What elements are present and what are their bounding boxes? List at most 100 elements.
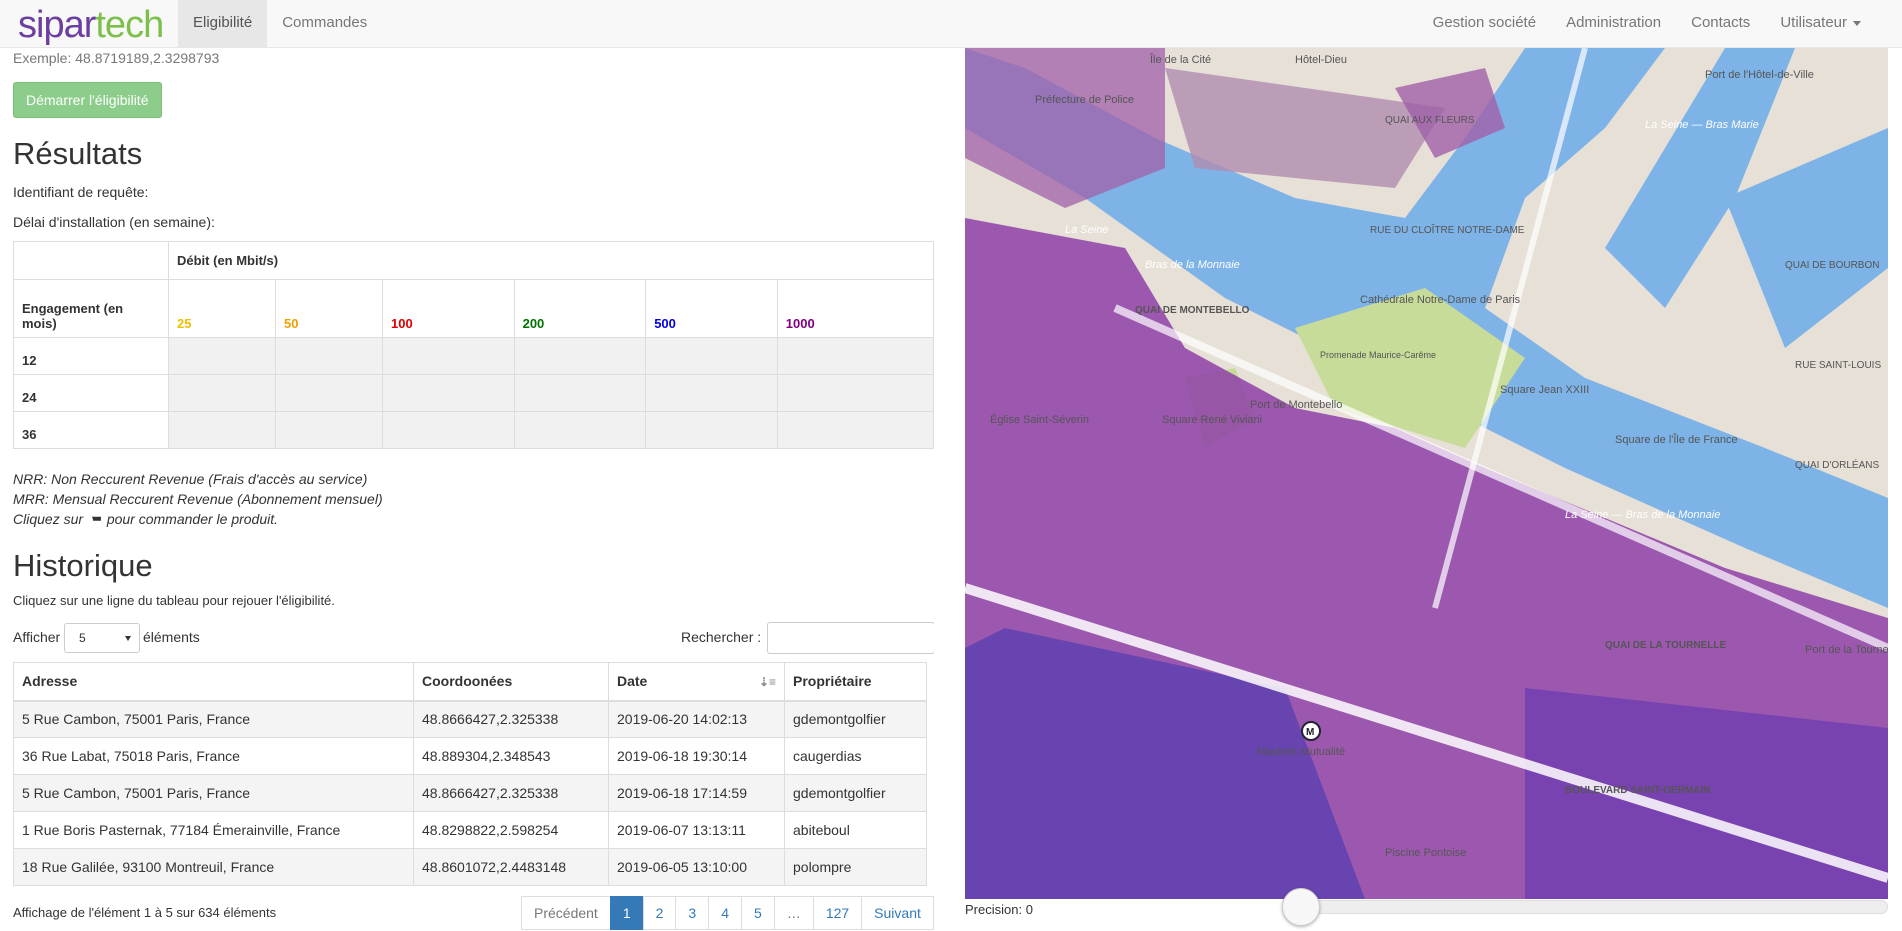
map-label: Préfecture de Police <box>1035 94 1134 106</box>
nav-contacts[interactable]: Contacts <box>1676 0 1765 48</box>
page-5[interactable]: 5 <box>741 896 775 930</box>
map-label: La Seine — Bras de la Monnaie <box>1565 509 1720 521</box>
table-cell: polompre <box>784 848 927 886</box>
price-cell <box>382 337 515 375</box>
map-label: RUE DU CLOÎTRE NOTRE-DAME <box>1370 223 1525 236</box>
price-cell <box>168 374 276 412</box>
pagination: Précédent 1 2 3 4 5… 127 Suivant <box>521 896 934 930</box>
table-cell: abiteboul <box>784 811 927 849</box>
history-table: Adresse Coordoonées Date ⇣≡ Propriétaire … <box>13 662 927 886</box>
map-label: Square René Viviani <box>1162 414 1262 426</box>
sort-desc-icon: ⇣≡ <box>758 675 776 689</box>
engagement-header: Engagement (en mois) <box>13 279 169 338</box>
map-label: La Seine <box>1065 224 1108 236</box>
map-label: La Seine — Bras Marie <box>1645 119 1759 131</box>
start-eligibility-button[interactable]: Démarrer l'éligibilité <box>13 82 162 118</box>
caret-down-icon <box>125 636 131 641</box>
map-label: Île de la Cité <box>1149 53 1211 66</box>
page-size-select[interactable]: 5 <box>64 623 140 653</box>
table-cell: 18 Rue Galilée, 93100 Montreuil, France <box>13 848 414 886</box>
col-adresse[interactable]: Adresse <box>13 662 414 702</box>
nrr-note: NRR: Non Reccurent Revenue (Frais d'accè… <box>13 471 368 487</box>
table-cell: 5 Rue Cambon, 75001 Paris, France <box>13 700 414 738</box>
cart-note: Cliquez sur pour commander le produit. <box>13 511 279 527</box>
map-canvas[interactable]: Île de la Cité Hôtel-Dieu Préfecture de … <box>965 48 1888 899</box>
col-coordonnees[interactable]: Coordoonées <box>413 662 609 702</box>
price-cell <box>275 374 383 412</box>
price-cell <box>382 374 515 412</box>
map-label: QUAI DE LA TOURNELLE <box>1605 640 1726 651</box>
page-previous[interactable]: Précédent <box>521 896 611 930</box>
page-4[interactable]: 4 <box>708 896 743 930</box>
results-table: Débit (en Mbit/s) Engagement (en mois) 2… <box>13 241 934 449</box>
price-cell <box>776 374 934 412</box>
col-proprietaire[interactable]: Propriétaire <box>784 662 927 702</box>
speed-50: 50 <box>275 279 383 338</box>
duration-cell: 12 <box>13 337 169 375</box>
legend-notes: NRR: Non Reccurent Revenue (Frais d'accè… <box>13 469 383 529</box>
precision-slider-handle[interactable] <box>1282 888 1320 926</box>
nav-commandes[interactable]: Commandes <box>267 0 382 48</box>
map-label: Port de Montebello <box>1250 399 1342 411</box>
map-view[interactable]: Île de la Cité Hôtel-Dieu Préfecture de … <box>965 48 1888 899</box>
price-cell <box>275 337 383 375</box>
table-cell: 2019-06-18 17:14:59 <box>608 774 785 812</box>
page-2[interactable]: 2 <box>642 896 677 930</box>
speed-500: 500 <box>645 279 778 338</box>
show-label: Afficher <box>13 629 61 645</box>
table-cell: 48.8666427,2.325338 <box>413 700 609 738</box>
speed-25: 25 <box>168 279 276 338</box>
price-cell <box>168 337 276 375</box>
map-label: RUE SAINT-LOUIS <box>1795 360 1881 371</box>
map-label: QUAI DE MONTEBELLO <box>1135 305 1250 316</box>
nav-eligibilite[interactable]: Eligibilité <box>178 0 268 48</box>
price-cell <box>513 337 647 375</box>
precision-slider[interactable] <box>1300 900 1888 914</box>
page-127[interactable]: 127 <box>812 896 863 930</box>
table-row[interactable]: 5 Rue Cambon, 75001 Paris, France 48.8666… <box>13 774 927 812</box>
table-cell: 48.8601072,2.4483148 <box>413 848 609 886</box>
table-cell: gdemontgolfier <box>784 700 927 738</box>
nav-administration[interactable]: Administration <box>1551 0 1676 48</box>
svg-text:M: M <box>1306 727 1314 738</box>
map-label: QUAI AUX FLEURS <box>1385 115 1475 126</box>
table-row[interactable]: 5 Rue Cambon, 75001 Paris, France 48.8666… <box>13 700 927 738</box>
page-1[interactable]: 1 <box>609 896 644 930</box>
map-label: Église Saint-Séverin <box>990 413 1089 426</box>
duration-cell: 24 <box>13 374 169 412</box>
table-row[interactable]: 18 Rue Galilée, 93100 Montreuil, France 4… <box>13 848 927 886</box>
map-label: Bras de la Monnaie <box>1145 259 1240 271</box>
example-hint: Exemple: 48.8719189,2.3298793 <box>13 50 220 66</box>
price-cell <box>645 374 778 412</box>
map-label: Maubert Mutualité <box>1257 746 1345 758</box>
nav-utilisateur-dropdown[interactable]: Utilisateur <box>1765 0 1876 48</box>
price-cell <box>382 411 515 449</box>
table-cell: 1 Rue Boris Pasternak, 77184 Émerainvill… <box>13 811 414 849</box>
search-label: Rechercher : <box>681 629 762 645</box>
page-3[interactable]: 3 <box>675 896 710 930</box>
precision-label: Precision: 0 <box>965 902 1033 917</box>
search-input[interactable] <box>767 622 934 654</box>
nav-gestion-societe[interactable]: Gestion société <box>1418 0 1551 48</box>
speed-100: 100 <box>382 279 515 338</box>
col-date[interactable]: Date ⇣≡ <box>608 662 785 702</box>
map-label: Hôtel-Dieu <box>1295 54 1347 66</box>
map-label: Square Jean XXIII <box>1500 384 1589 396</box>
table-cell: gdemontgolfier <box>784 774 927 812</box>
table-cell: 36 Rue Labat, 75018 Paris, France <box>13 737 414 775</box>
table-row[interactable]: 36 Rue Labat, 75018 Paris, France 48.8893… <box>13 737 927 775</box>
table-cell: 48.8666427,2.325338 <box>413 774 609 812</box>
request-id-label: Identifiant de requête: <box>13 184 149 200</box>
page-next[interactable]: Suivant <box>861 896 934 930</box>
show-suffix: éléments <box>143 629 200 645</box>
price-cell <box>513 374 647 412</box>
table-cell: 2019-06-20 14:02:13 <box>608 700 785 738</box>
brand-logo[interactable]: sipar tech <box>18 4 164 46</box>
page-ellipsis: … <box>773 896 814 930</box>
table-cell: 2019-06-05 13:10:00 <box>608 848 785 886</box>
table-cell: 48.8298822,2.598254 <box>413 811 609 849</box>
table-cell: 2019-06-07 13:13:11 <box>608 811 785 849</box>
caret-down-icon <box>1853 20 1861 26</box>
table-row[interactable]: 1 Rue Boris Pasternak, 77184 Émerainvill… <box>13 811 927 849</box>
navbar: sipar tech Eligibilité Commandes Gestion … <box>0 0 1902 48</box>
